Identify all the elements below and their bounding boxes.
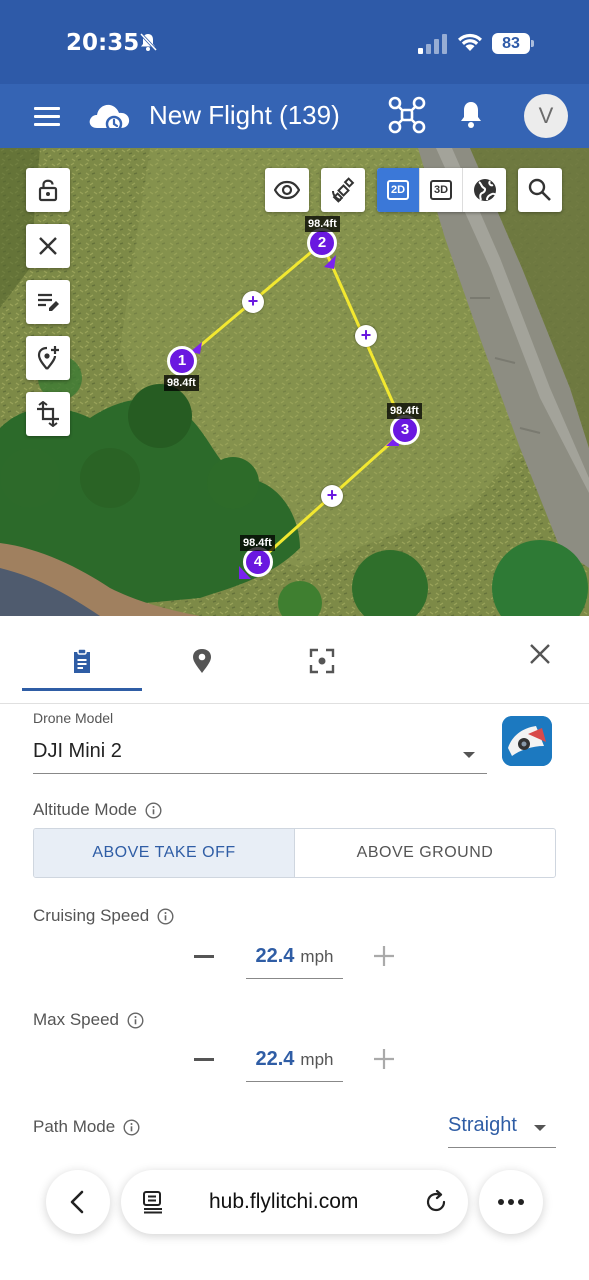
- path-mode-label: Path Mode: [33, 1117, 140, 1137]
- browser-more-button[interactable]: [479, 1170, 543, 1234]
- cruising-speed-label: Cruising Speed: [33, 906, 174, 926]
- globe-icon: [473, 179, 497, 201]
- satellite-button[interactable]: [321, 168, 365, 212]
- info-icon[interactable]: [145, 801, 162, 819]
- info-icon[interactable]: [157, 907, 174, 925]
- signal-icon: [418, 34, 447, 54]
- reader-icon[interactable]: [141, 1190, 165, 1214]
- edit-list-icon: [38, 293, 59, 311]
- max-speed-stepper: 22.4 mph: [190, 1038, 410, 1082]
- chevron-down-icon: [534, 1125, 546, 1131]
- info-icon[interactable]: [127, 1011, 144, 1029]
- focus-icon: [309, 648, 335, 674]
- reverse-path-button[interactable]: [26, 392, 70, 436]
- waypoint-3[interactable]: 3: [390, 415, 420, 445]
- battery-level: 83: [492, 33, 530, 54]
- clipboard-icon: [74, 648, 90, 673]
- cruising-speed-decrement[interactable]: [194, 955, 214, 958]
- cruising-speed-increment[interactable]: [374, 946, 394, 966]
- waypoint-1-altitude: 98.4ft: [164, 375, 199, 391]
- chevron-down-icon: [463, 752, 475, 758]
- above-takeoff-button[interactable]: ABOVE TAKE OFF: [34, 829, 295, 877]
- status-time: 20:35: [66, 30, 140, 56]
- litchi-app-logo: [502, 716, 552, 766]
- add-location-icon: [37, 346, 59, 370]
- add-poi-button[interactable]: [26, 336, 70, 380]
- back-chevron-icon: [70, 1190, 84, 1214]
- reload-icon[interactable]: [424, 1190, 448, 1214]
- preview-button[interactable]: [265, 168, 309, 212]
- map-imagery: [0, 148, 589, 616]
- waypoint-3-altitude: 98.4ft: [387, 403, 422, 419]
- add-midpoint-1-2[interactable]: +: [242, 291, 264, 313]
- cloud-icon[interactable]: [87, 98, 131, 134]
- status-bar: 20:35 83: [0, 0, 589, 84]
- view-mode-toggle: 2D 3D: [377, 168, 506, 212]
- max-speed-increment[interactable]: [374, 1049, 394, 1069]
- waypoint-1[interactable]: 1: [167, 346, 197, 376]
- browser-address-bar[interactable]: hub.flylitchi.com: [121, 1170, 468, 1234]
- close-icon: [39, 237, 57, 255]
- more-icon: [498, 1199, 524, 1205]
- add-midpoint-2-3[interactable]: +: [355, 325, 377, 347]
- max-speed-label: Max Speed: [33, 1010, 144, 1030]
- satellite-icon: [332, 177, 355, 203]
- max-speed-input[interactable]: 22.4 mph: [246, 1038, 343, 1082]
- tab-waypoint-settings[interactable]: [142, 636, 262, 686]
- battery-indicator: 83: [492, 33, 534, 54]
- panel-tabs: [0, 616, 589, 704]
- cruising-speed-input[interactable]: 22.4 mph: [246, 935, 343, 979]
- cruising-speed-stepper: 22.4 mph: [190, 935, 410, 979]
- drone-model-select[interactable]: DJI Mini 2: [33, 736, 487, 774]
- info-icon[interactable]: [123, 1118, 140, 1136]
- drone-icon[interactable]: [388, 96, 426, 134]
- globe-view-button[interactable]: [463, 168, 506, 212]
- path-mode-select[interactable]: Straight: [448, 1112, 556, 1148]
- location-pin-icon: [193, 649, 211, 673]
- waypoint-2[interactable]: 2: [307, 228, 337, 258]
- search-icon: [528, 178, 551, 201]
- active-tab-indicator: [22, 688, 142, 691]
- bell-icon[interactable]: [458, 100, 484, 130]
- lock-icon: [38, 179, 58, 202]
- bell-slash-icon: [139, 32, 158, 52]
- avatar[interactable]: V: [524, 94, 568, 138]
- crop-rotate-icon: [37, 401, 59, 427]
- clear-button[interactable]: [26, 224, 70, 268]
- waypoint-2-altitude: 98.4ft: [305, 216, 340, 232]
- menu-icon[interactable]: [34, 105, 62, 127]
- waypoint-4[interactable]: 4: [243, 547, 273, 577]
- lock-button[interactable]: [26, 168, 70, 212]
- page-title: New Flight (139): [149, 100, 340, 130]
- view-3d-button[interactable]: 3D: [420, 168, 463, 212]
- waypoint-4-altitude: 98.4ft: [240, 535, 275, 551]
- drone-model-value: DJI Mini 2: [33, 740, 122, 762]
- tab-poi-settings[interactable]: [262, 636, 382, 686]
- altitude-mode-toggle: ABOVE TAKE OFF ABOVE GROUND: [33, 828, 556, 878]
- close-icon[interactable]: [526, 640, 554, 668]
- wifi-icon: [458, 33, 482, 51]
- max-speed-decrement[interactable]: [194, 1058, 214, 1061]
- edit-waypoints-button[interactable]: [26, 280, 70, 324]
- tab-mission-settings[interactable]: [22, 636, 142, 686]
- satellite-map[interactable]: 2D 3D + + + 1 98.4ft 2 98.4ft 3 98.4ft 4…: [0, 148, 589, 616]
- above-ground-button[interactable]: ABOVE GROUND: [295, 829, 555, 877]
- app-header: New Flight (139) V: [0, 84, 589, 148]
- search-button[interactable]: [518, 168, 562, 212]
- altitude-mode-label: Altitude Mode: [33, 800, 162, 820]
- url-text: hub.flylitchi.com: [209, 1190, 359, 1213]
- drone-model-caption: Drone Model: [33, 710, 114, 726]
- eye-icon: [274, 180, 300, 200]
- path-mode-value: Straight: [448, 1114, 517, 1136]
- browser-back-button[interactable]: [46, 1170, 110, 1234]
- view-2d-button[interactable]: 2D: [377, 168, 420, 212]
- add-midpoint-3-4[interactable]: +: [321, 485, 343, 507]
